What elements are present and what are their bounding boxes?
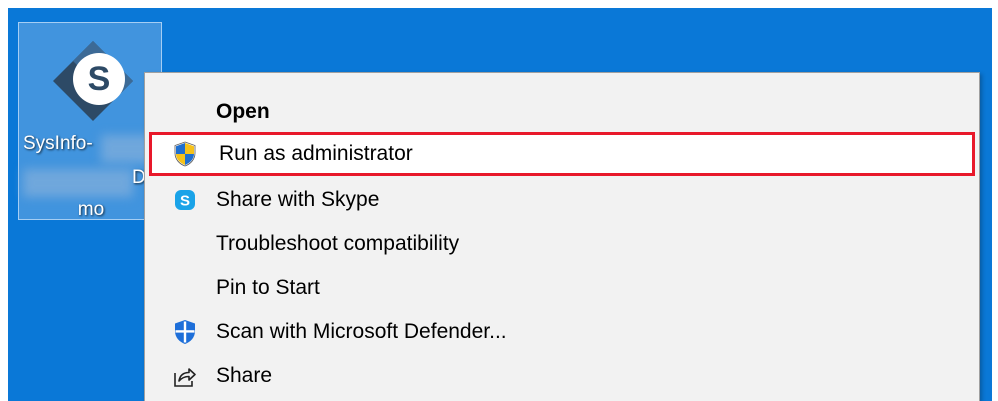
desktop-shortcut-sysinfo[interactable]: S SysInfo- D mo xyxy=(18,22,162,220)
menu-item-label: Share with Skype xyxy=(216,188,380,211)
menu-item-label: Share xyxy=(216,364,273,387)
menu-item-label: Troubleshoot compatibility xyxy=(216,232,460,255)
defender-icon xyxy=(173,320,197,344)
share-icon xyxy=(173,364,197,388)
menu-item-pin-to-start[interactable]: Pin to Start xyxy=(145,266,979,310)
menu-item-label: Pin to Start xyxy=(216,276,320,299)
skype-icon: S xyxy=(173,188,197,212)
icon-label-line3: mo xyxy=(77,199,105,220)
menu-item-troubleshoot-compatibility[interactable]: Troubleshoot compatibility xyxy=(145,222,979,266)
sysinfo-app-icon: S xyxy=(53,41,133,121)
blurred-label-region xyxy=(23,169,133,197)
menu-item-label: Run as administrator xyxy=(219,142,413,165)
menu-item-open[interactable]: Open xyxy=(145,90,979,134)
menu-item-scan-with-microsoft-defender[interactable]: Scan with Microsoft Defender... xyxy=(145,310,979,354)
menu-item-share-with-skype[interactable]: S Share with Skype xyxy=(145,178,979,222)
logo-letter: S xyxy=(88,60,111,98)
svg-text:S: S xyxy=(180,193,190,210)
icon-label-line1: SysInfo- xyxy=(23,133,93,154)
menu-item-run-as-administrator[interactable]: Run as administrator xyxy=(149,132,975,176)
menu-item-label: Scan with Microsoft Defender... xyxy=(216,320,507,343)
uac-shield-icon xyxy=(173,141,197,167)
context-menu: Open Run as administrator S Share with S… xyxy=(144,72,980,401)
menu-item-label: Open xyxy=(216,100,270,123)
menu-item-share[interactable]: Share xyxy=(145,354,979,398)
